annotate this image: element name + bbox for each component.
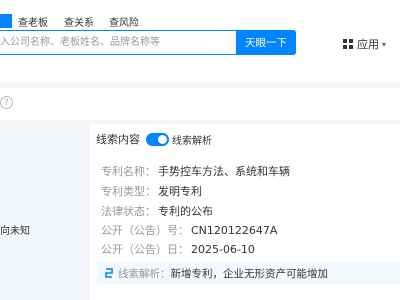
tab-risk[interactable]: 查风险 xyxy=(109,14,139,29)
field-patent-name: 专利名称： 手势控车方法、系统和车辆 xyxy=(101,163,290,179)
tab-relation[interactable]: 查关系 xyxy=(64,14,94,29)
clue-title: 线索内容 xyxy=(96,133,140,146)
link-icon xyxy=(105,267,113,278)
help-icon[interactable]: ? xyxy=(0,96,13,109)
field-key: 公开（公告）号： xyxy=(101,224,189,237)
field-value: 发明专利 xyxy=(158,185,202,198)
search-button[interactable]: 天眼一下 xyxy=(236,30,296,55)
clue-header: 线索内容 线索解析 xyxy=(96,130,212,148)
clue-analysis-box: 线索解析： 新增专利，企业无形资产可能增加 xyxy=(97,262,400,284)
field-publication-number: 公开（公告）号： CN120122647A xyxy=(101,222,277,238)
search-input[interactable] xyxy=(0,31,232,54)
field-value: 2025-06-10 xyxy=(191,243,255,256)
field-key: 专利名称： xyxy=(101,165,156,178)
field-value: CN120122647A xyxy=(191,224,278,237)
info-strip xyxy=(0,88,400,120)
apps-grid-icon xyxy=(343,39,353,49)
field-patent-type: 专利类型： 发明专利 xyxy=(101,183,202,199)
tab-boss[interactable]: 查老板 xyxy=(18,14,48,29)
field-key: 公开（公告）日： xyxy=(101,243,189,256)
left-column-text: 向未知 xyxy=(0,226,30,237)
top-header: 查老板 查关系 查风险 天眼一下 应用 ▾ xyxy=(0,0,400,82)
clue-analysis-toggle[interactable] xyxy=(146,132,169,146)
apps-menu[interactable]: 应用 ▾ xyxy=(343,36,386,52)
field-key: 专利类型： xyxy=(101,185,156,198)
field-publication-date: 公开（公告）日： 2025-06-10 xyxy=(101,241,255,257)
analysis-value: 新增专利，企业无形资产可能增加 xyxy=(170,267,329,280)
toggle-knob xyxy=(158,134,167,144)
analysis-key: 线索解析： xyxy=(118,267,171,280)
field-value: 专利的公布 xyxy=(158,205,213,218)
field-key: 法律状态： xyxy=(101,205,156,218)
chevron-down-icon: ▾ xyxy=(382,39,387,49)
toggle-label: 线索解析 xyxy=(172,135,212,147)
search-bar: 天眼一下 xyxy=(0,30,296,55)
apps-label: 应用 xyxy=(357,38,379,51)
active-tab-marker xyxy=(0,14,12,28)
field-legal-status: 法律状态： 专利的公布 xyxy=(101,203,213,219)
field-value: 手势控车方法、系统和车辆 xyxy=(158,165,290,178)
left-column xyxy=(0,124,90,300)
